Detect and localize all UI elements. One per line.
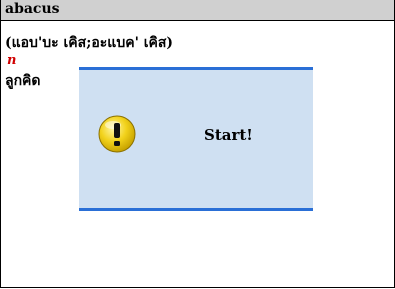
alert-dialog[interactable]: Start! bbox=[79, 67, 313, 211]
alert-message: Start! bbox=[204, 126, 253, 144]
title-bar: abacus bbox=[1, 0, 394, 21]
window-title: abacus bbox=[5, 1, 60, 17]
meaning-text: ลูกคิด bbox=[5, 73, 41, 89]
pronunciation-text: (แอบ'บะ เคิส;อะแบค' เคิส) bbox=[5, 35, 174, 51]
part-of-speech-label: n bbox=[7, 53, 17, 68]
exclamation-icon bbox=[98, 115, 136, 153]
app-window: abacus (แอบ'บะ เคิส;อะแบค' เคิส) n ลูกคิ… bbox=[0, 0, 395, 288]
